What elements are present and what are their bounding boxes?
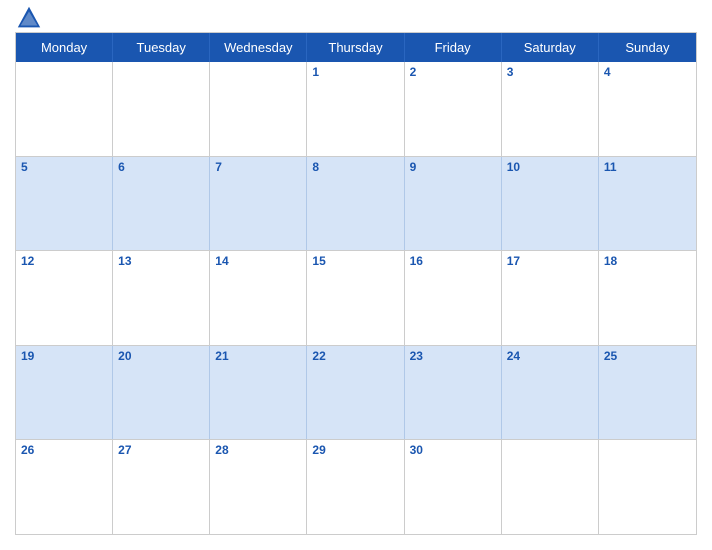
day-number: 17 xyxy=(507,254,520,268)
day-cell xyxy=(599,440,696,534)
day-cell: 17 xyxy=(502,251,599,345)
day-cell: 23 xyxy=(405,346,502,440)
day-header-friday: Friday xyxy=(405,33,502,62)
day-number: 28 xyxy=(215,443,228,457)
day-cell: 3 xyxy=(502,62,599,156)
day-cell: 11 xyxy=(599,157,696,251)
day-number: 24 xyxy=(507,349,520,363)
day-number: 9 xyxy=(410,160,417,174)
day-cell: 15 xyxy=(307,251,404,345)
day-header-saturday: Saturday xyxy=(502,33,599,62)
day-number: 27 xyxy=(118,443,131,457)
day-cell: 16 xyxy=(405,251,502,345)
day-cell: 27 xyxy=(113,440,210,534)
calendar-body: 1234567891011121314151617181920212223242… xyxy=(16,62,696,534)
day-number: 4 xyxy=(604,65,611,79)
day-cell: 22 xyxy=(307,346,404,440)
day-number: 12 xyxy=(21,254,34,268)
day-cell: 26 xyxy=(16,440,113,534)
day-cell xyxy=(502,440,599,534)
day-number: 21 xyxy=(215,349,228,363)
day-number: 18 xyxy=(604,254,617,268)
day-cell: 14 xyxy=(210,251,307,345)
day-cell xyxy=(16,62,113,156)
day-number: 11 xyxy=(604,160,617,174)
day-number: 8 xyxy=(312,160,319,174)
day-cell: 1 xyxy=(307,62,404,156)
day-number: 13 xyxy=(118,254,131,268)
day-cell: 7 xyxy=(210,157,307,251)
day-number: 25 xyxy=(604,349,617,363)
day-number: 16 xyxy=(410,254,423,268)
day-cell: 18 xyxy=(599,251,696,345)
day-number: 3 xyxy=(507,65,514,79)
day-number: 26 xyxy=(21,443,34,457)
day-number: 6 xyxy=(118,160,125,174)
day-header-wednesday: Wednesday xyxy=(210,33,307,62)
week-row: 26 27 28 29 30 xyxy=(16,440,696,534)
day-cell: 25 xyxy=(599,346,696,440)
week-row: 12 13 14 15 16 17 18 xyxy=(16,251,696,346)
day-cell: 2 xyxy=(405,62,502,156)
day-cell: 20 xyxy=(113,346,210,440)
logo xyxy=(15,4,47,32)
day-header-sunday: Sunday xyxy=(599,33,696,62)
calendar: MondayTuesdayWednesdayThursdayFridaySatu… xyxy=(15,32,697,535)
day-cell: 4 xyxy=(599,62,696,156)
day-cell: 28 xyxy=(210,440,307,534)
day-number: 20 xyxy=(118,349,131,363)
week-row: 5 6 7 8 9 10 11 xyxy=(16,157,696,252)
day-cell: 24 xyxy=(502,346,599,440)
day-number: 14 xyxy=(215,254,228,268)
week-row: 1 2 3 4 xyxy=(16,62,696,157)
day-number: 22 xyxy=(312,349,325,363)
day-header-tuesday: Tuesday xyxy=(113,33,210,62)
day-header-thursday: Thursday xyxy=(307,33,404,62)
day-number: 10 xyxy=(507,160,520,174)
day-cell: 19 xyxy=(16,346,113,440)
day-header-monday: Monday xyxy=(16,33,113,62)
day-cell: 21 xyxy=(210,346,307,440)
day-number: 29 xyxy=(312,443,325,457)
calendar-header xyxy=(15,10,697,24)
day-number: 19 xyxy=(21,349,34,363)
day-number: 30 xyxy=(410,443,423,457)
day-cell: 30 xyxy=(405,440,502,534)
day-cell: 6 xyxy=(113,157,210,251)
week-row: 19 20 21 22 23 24 25 xyxy=(16,346,696,441)
day-number: 1 xyxy=(312,65,319,79)
day-number: 5 xyxy=(21,160,28,174)
day-cell: 9 xyxy=(405,157,502,251)
day-number: 23 xyxy=(410,349,423,363)
day-cell: 12 xyxy=(16,251,113,345)
generalblue-logo-icon xyxy=(15,4,43,32)
day-headers: MondayTuesdayWednesdayThursdayFridaySatu… xyxy=(16,33,696,62)
day-cell: 8 xyxy=(307,157,404,251)
day-cell: 13 xyxy=(113,251,210,345)
day-number: 7 xyxy=(215,160,222,174)
day-cell xyxy=(113,62,210,156)
day-cell: 29 xyxy=(307,440,404,534)
day-cell xyxy=(210,62,307,156)
day-number: 2 xyxy=(410,65,417,79)
day-number: 15 xyxy=(312,254,325,268)
day-cell: 10 xyxy=(502,157,599,251)
day-cell: 5 xyxy=(16,157,113,251)
